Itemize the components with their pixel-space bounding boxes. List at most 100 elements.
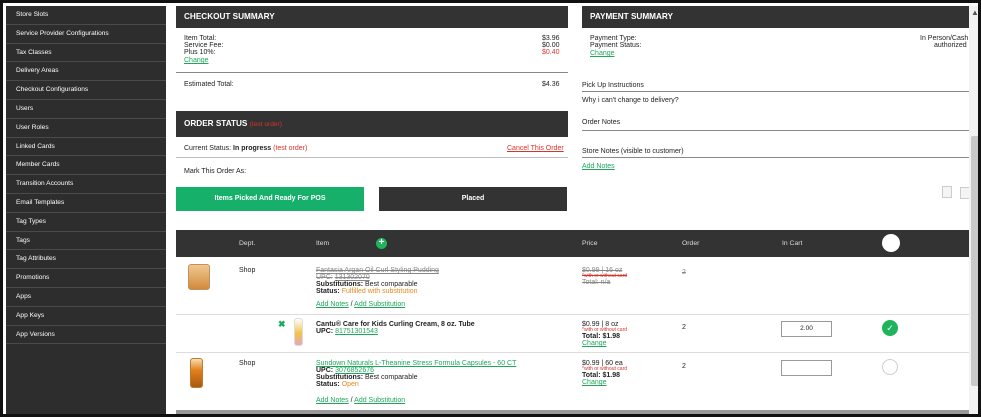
divider	[176, 72, 568, 73]
sidebar-item-app-keys[interactable]: App Keys	[6, 307, 166, 326]
document-icon[interactable]	[942, 186, 952, 198]
sidebar-item-promotions[interactable]: Promotions	[6, 269, 166, 288]
sidebar-item-tag-attributes[interactable]: Tag Attributes	[6, 250, 166, 270]
divider	[176, 157, 568, 158]
row-total: Total: $1.98	[582, 372, 620, 379]
sidebar-item-apps[interactable]: Apps	[6, 288, 166, 307]
store-add-notes-link[interactable]: Add Notes	[582, 163, 615, 170]
sidebar-item-linked-cards[interactable]: Linked Cards	[6, 138, 166, 157]
col-item: Item	[316, 240, 330, 247]
upc-value[interactable]: 3076852676	[335, 367, 374, 374]
items-picked-button[interactable]: Items Picked And Ready For POS	[176, 187, 364, 211]
upc-label: UPC:	[316, 367, 334, 374]
unchecked-icon[interactable]	[882, 359, 898, 375]
col-dept: Dept.	[239, 240, 256, 247]
scroll-thumb[interactable]	[971, 136, 978, 386]
in-cart-input[interactable]	[781, 360, 832, 376]
service-fee-label: Service Fee:	[184, 42, 224, 49]
add-notes-link[interactable]: Add Notes	[316, 397, 349, 404]
select-all-radio[interactable]	[882, 234, 900, 252]
payment-change-link[interactable]: Change	[590, 50, 615, 57]
status-value: Open	[341, 381, 359, 388]
product-status: Status: Fulfilled with substitution	[316, 288, 418, 295]
estimated-total-value: $4.36	[542, 81, 560, 88]
sidebar-item-delivery-areas[interactable]: Delivery Areas	[6, 62, 166, 82]
row-order: 2	[682, 324, 686, 331]
sidebar-item-transition-accounts[interactable]: Transition Accounts	[6, 175, 166, 194]
pickup-question: Why i can't change to delivery?	[582, 97, 679, 104]
app-frame: Store Slots Service Provider Configuratio…	[0, 0, 981, 417]
upc-value[interactable]: 131302070	[335, 274, 370, 281]
payment-status-label: Payment Status:	[590, 42, 642, 49]
sidebar-item-app-versions[interactable]: App Versions	[6, 326, 166, 345]
status-value: Fulfilled with substitution	[341, 288, 418, 295]
product-upc: UPC: 131302070	[316, 274, 370, 281]
row-change-link[interactable]: Change	[582, 340, 607, 347]
main-content: CHECKOUT SUMMARY Item Total: $3.96 Servi…	[166, 6, 978, 414]
upc-label: UPC:	[316, 328, 334, 335]
current-status-label: Current Status:	[184, 145, 232, 152]
product-name[interactable]: Sundown Naturals L-Theanine Stress Formu…	[316, 360, 516, 367]
product-substitutions: Substitutions: Best comparable	[316, 281, 418, 288]
sidebar-item-email-templates[interactable]: Email Templates	[6, 194, 166, 213]
cancel-order-link[interactable]: Cancel This Order	[507, 145, 564, 152]
placed-button[interactable]: Placed	[379, 187, 567, 211]
payment-type-value: In Person/Cash	[920, 35, 969, 42]
plus-percent-value: $0.40	[542, 49, 560, 56]
current-status-value: In progress	[233, 145, 272, 152]
divider	[582, 157, 972, 158]
product-image	[294, 318, 303, 346]
remove-substitution-icon[interactable]: ✖	[278, 319, 286, 330]
product-upc: UPC: 81751301543	[316, 328, 378, 335]
items-table-header: Dept. Item + Price Order In Cart	[176, 230, 971, 257]
product-status: Status: Open	[316, 381, 359, 388]
checked-icon[interactable]: ✓	[882, 320, 898, 336]
sidebar-item-store-slots[interactable]: Store Slots	[6, 6, 166, 25]
status-label: Status:	[316, 288, 340, 295]
current-status: Current Status: In progress (test order)	[184, 145, 307, 152]
add-item-icon[interactable]: +	[376, 238, 387, 249]
pickup-instructions-heading: Pick Up Instructions	[582, 82, 644, 89]
row-order: 2	[682, 363, 686, 370]
store-notes-sub: (visible to customer)	[620, 148, 684, 155]
product-upc: UPC: 3076852676	[316, 367, 374, 374]
sidebar-item-tax-classes[interactable]: Tax Classes	[6, 44, 166, 63]
status-label: Status:	[316, 381, 340, 388]
store-notes-heading-row: Store Notes (visible to customer)	[582, 148, 684, 155]
row-divider	[176, 314, 971, 315]
product-name: Cantu® Care for Kids Curling Cream, 8 oz…	[316, 321, 475, 328]
page-scrollbar[interactable]: ▲	[969, 6, 978, 414]
payment-summary-title: PAYMENT SUMMARY	[590, 12, 673, 21]
sidebar-item-tags[interactable]: Tags	[6, 232, 166, 251]
order-notes-heading: Order Notes	[582, 119, 621, 126]
action-separator: /	[350, 397, 353, 404]
row-actions: Add Notes / Add Substitution	[316, 301, 405, 308]
product-image	[190, 358, 203, 388]
sidebar-item-service-provider-configurations[interactable]: Service Provider Configurations	[6, 25, 166, 44]
add-notes-link[interactable]: Add Notes	[316, 301, 349, 308]
plus-percent-label: Plus 10%:	[184, 49, 216, 56]
col-in-cart: In Cart	[782, 240, 803, 247]
add-substitution-link[interactable]: Add Substitution	[354, 397, 405, 404]
action-separator: /	[350, 301, 353, 308]
col-price: Price	[582, 240, 598, 247]
sidebar-item-checkout-configurations[interactable]: Checkout Configurations	[6, 81, 166, 100]
mark-order-label: Mark This Order As:	[184, 168, 247, 175]
checkout-change-link[interactable]: Change	[184, 57, 209, 64]
store-notes-heading: Store Notes	[582, 148, 619, 155]
sidebar-item-user-roles[interactable]: User Roles	[6, 119, 166, 138]
in-cart-input[interactable]: 2.00	[781, 321, 832, 337]
add-substitution-link[interactable]: Add Substitution	[354, 301, 405, 308]
item-total-label: Item Total:	[184, 35, 217, 42]
payment-summary-header: PAYMENT SUMMARY	[582, 6, 972, 28]
sidebar-item-member-cards[interactable]: Member Cards	[6, 156, 166, 176]
checkout-summary-header: CHECKOUT SUMMARY	[176, 6, 568, 28]
sidebar-item-tag-types[interactable]: Tag Types	[6, 213, 166, 232]
scroll-up-icon[interactable]: ▲	[970, 8, 978, 18]
sidebar-item-users[interactable]: Users	[6, 100, 166, 119]
upc-value[interactable]: 81751301543	[335, 328, 378, 335]
item-total-value: $3.96	[542, 35, 560, 42]
product-name[interactable]: Fantasia Argan Oil Curl Styling Pudding	[316, 267, 439, 274]
row-change-link[interactable]: Change	[582, 379, 607, 386]
table-bottom	[176, 410, 971, 414]
